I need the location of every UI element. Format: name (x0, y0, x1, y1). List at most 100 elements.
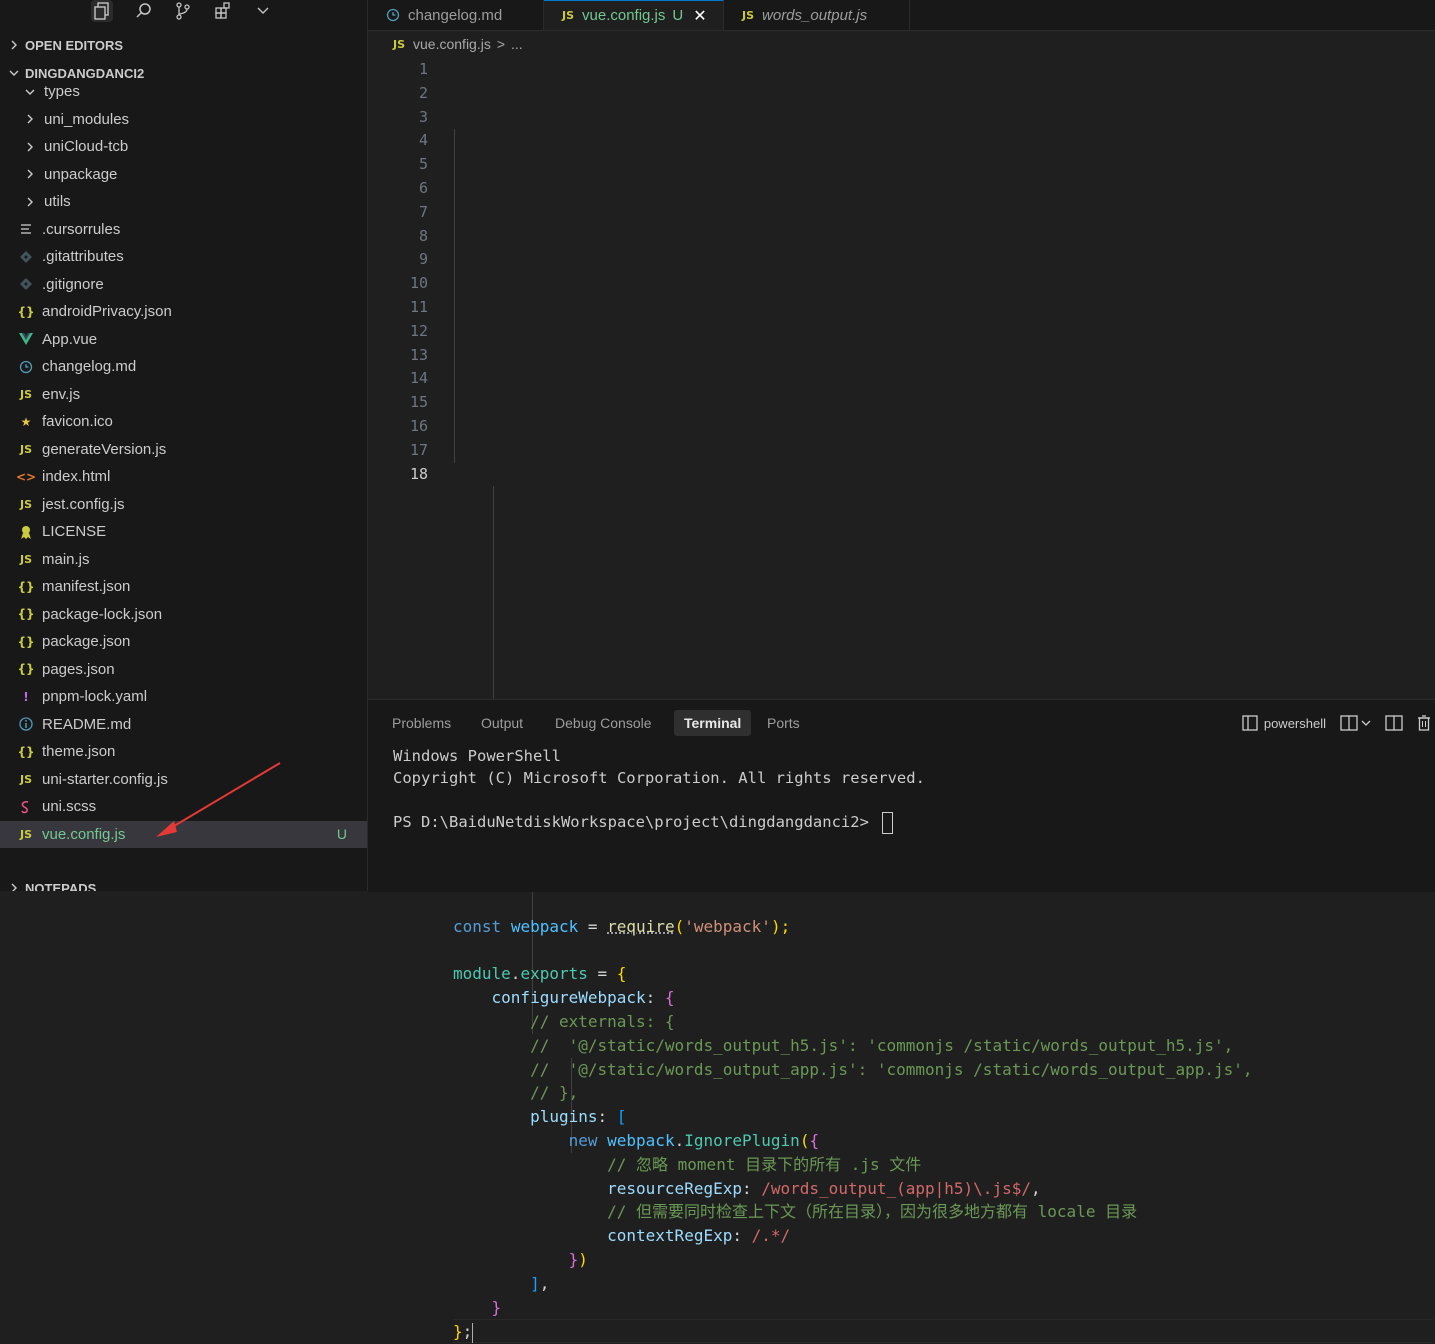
open-editors-section[interactable]: OPEN EDITORS (0, 34, 367, 56)
file-tree-item[interactable]: JS env.js (0, 381, 367, 409)
line-number: 1 (418, 60, 428, 78)
file-tree-label: uniCloud-tcb (44, 138, 129, 156)
file-tree-label: README.md (42, 715, 132, 733)
file-tree-item[interactable]: {} package.json (0, 628, 367, 656)
breadcrumb: JS vue.config.js > ... (368, 33, 523, 55)
file-tree-item[interactable]: README.md (0, 711, 367, 739)
file-tree-label: pages.json (42, 660, 115, 678)
tab-debug-console[interactable]: Debug Console (545, 710, 662, 736)
code-line-17: } (491, 1297, 502, 1317)
tab-output[interactable]: Output (471, 710, 533, 736)
file-tree-item[interactable]: App.vue (0, 326, 367, 354)
js-file-icon: JS (19, 497, 32, 511)
file-tree-label: manifest.json (42, 578, 131, 596)
breadcrumb-file[interactable]: vue.config.js (413, 36, 491, 52)
file-tree-item[interactable]: utils (0, 188, 367, 216)
terminal-output[interactable]: Windows PowerShell Copyright (C) Microso… (393, 745, 925, 834)
code-line-12: resourceRegExp: /words_output_(app|h5)\.… (607, 1178, 1041, 1198)
file-tree-item[interactable]: .gitignore (0, 271, 367, 299)
code-line-1: const webpack = require('webpack'); (453, 916, 791, 936)
code-line-4: configureWebpack: { (491, 988, 675, 1008)
file-tree-item[interactable]: <> index.html (0, 463, 367, 491)
line-number: 10 (409, 274, 428, 293)
file-tree-label: vue.config.js (42, 825, 126, 843)
close-icon[interactable]: ✕ (693, 6, 706, 26)
scss-icon (18, 799, 34, 815)
file-tree-item[interactable]: JS jest.config.js (0, 491, 367, 519)
json-braces-icon: {} (17, 579, 35, 594)
file-tree-label: uni.scss (42, 798, 97, 816)
file-tree-item[interactable]: .cursorrules (0, 216, 367, 244)
layout-button[interactable] (1385, 715, 1403, 731)
chevron-right-icon (22, 166, 38, 182)
notepads-section[interactable]: NOTEPADS (0, 877, 367, 891)
file-tree-item[interactable]: types (0, 78, 367, 106)
tab-changelog[interactable]: changelog.md (368, 0, 544, 30)
clock-icon (386, 8, 400, 22)
tab-label: vue.config.js (582, 7, 666, 24)
file-tree-item[interactable]: changelog.md (0, 353, 367, 381)
chevron-right-icon (22, 111, 38, 127)
trash-icon (1417, 715, 1431, 731)
line-number: 5 (418, 155, 428, 174)
tab-terminal[interactable]: Terminal (674, 710, 752, 736)
file-tree-item[interactable]: unpackage (0, 161, 367, 189)
file-tree-label: androidPrivacy.json (42, 303, 172, 321)
breadcrumb-more[interactable]: ... (511, 36, 523, 52)
file-tree-label: .cursorrules (42, 220, 121, 238)
json-braces-icon: {} (17, 744, 35, 759)
line-number: 16 (409, 416, 428, 435)
search-icon[interactable] (133, 0, 155, 22)
file-tree-item[interactable]: {} manifest.json (0, 573, 367, 601)
git-icon (18, 276, 34, 292)
sidebar-toolbar (0, 0, 367, 30)
file-tree-label: changelog.md (42, 358, 137, 376)
explorer-sidebar: OPEN EDITORS DINGDANGDANCI2 types uni_mod… (0, 0, 368, 891)
file-tree-item[interactable]: uniCloud-tcb (0, 133, 367, 161)
file-tree-item[interactable]: LICENSE (0, 518, 367, 546)
panel-actions: powershell (1228, 712, 1435, 734)
file-tree-item[interactable]: JS generateVersion.js (0, 436, 367, 464)
json-braces-icon: {} (17, 304, 35, 319)
file-tree-item[interactable]: ! pnpm-lock.yaml (0, 683, 367, 711)
source-control-icon[interactable] (172, 0, 194, 22)
terminal-selector[interactable]: powershell (1242, 715, 1326, 731)
tab-vue-config[interactable]: JS vue.config.js U ✕ (544, 0, 724, 30)
tab-ports[interactable]: Ports (757, 710, 810, 736)
chevron-down-icon[interactable] (252, 0, 274, 22)
file-tree-item[interactable]: .gitattributes (0, 243, 367, 271)
file-tree-label: env.js (42, 385, 81, 403)
split-terminal-button[interactable] (1340, 715, 1371, 731)
code-editor[interactable]: 1 2 3 4 5 6 7 8 9 10 11 12 13 14 15 16 17 18 const webpac… (368, 58, 1435, 1344)
info-icon (18, 716, 34, 732)
file-tree-item[interactable]: {} androidPrivacy.json (0, 298, 367, 326)
tab-problems[interactable]: Problems (382, 710, 461, 736)
code-line-8: // }, (530, 1083, 579, 1103)
extensions-icon[interactable] (212, 0, 234, 22)
kill-terminal-button[interactable] (1417, 715, 1431, 731)
code-line-3: module.exports = { (453, 964, 627, 984)
file-tree-label: favicon.ico (42, 413, 113, 431)
line-number: 3 (418, 107, 428, 126)
json-braces-icon: {} (17, 634, 35, 649)
line-number: 4 (418, 131, 428, 150)
code-line-13: // 但需要同时检查上下文（所在目录），因为很多地方都有 locale 目录 (607, 1202, 1138, 1222)
annotation-arrow-icon (156, 762, 281, 837)
file-tree-label: index.html (42, 468, 111, 486)
html-icon: <> (15, 469, 37, 484)
file-tree-item[interactable]: ★ favicon.ico (0, 408, 367, 436)
editor-tab-bar: changelog.md JS vue.config.js U ✕ JS wor… (368, 0, 1435, 31)
yaml-icon: ! (23, 689, 29, 704)
file-tree-item[interactable]: JS main.js (0, 546, 367, 574)
json-braces-icon: {} (17, 607, 35, 622)
tab-words-output[interactable]: JS words_output.js (724, 0, 910, 30)
explorer-icon[interactable] (91, 0, 113, 22)
file-tree-item[interactable]: uni_modules (0, 106, 367, 134)
license-icon (18, 524, 34, 540)
file-tree-item[interactable]: {} package-lock.json (0, 601, 367, 629)
js-file-icon: JS (742, 8, 755, 22)
file-tree-label: uni-starter.config.js (42, 770, 168, 788)
file-tree-item[interactable]: {} pages.json (0, 656, 367, 684)
file-tree-label: uni_modules (44, 110, 130, 128)
